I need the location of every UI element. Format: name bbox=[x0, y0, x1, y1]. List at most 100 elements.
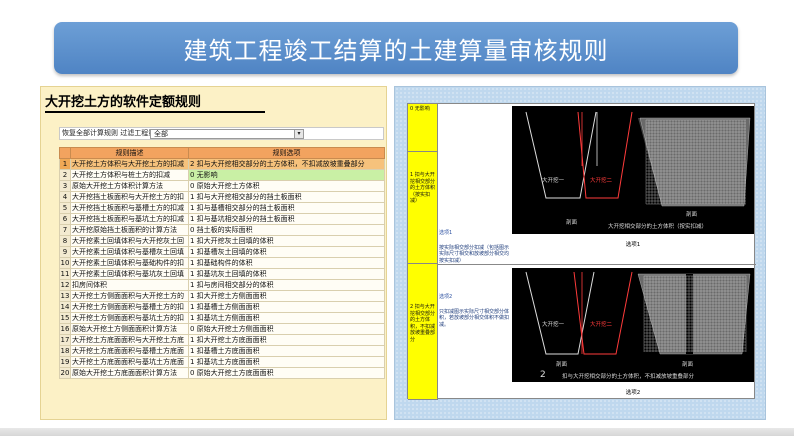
column-header-option: 规则选项 bbox=[188, 147, 385, 159]
rule-description: 大开挖土方底面面积与大开挖土方底 bbox=[70, 334, 189, 346]
rule-description: 大开挖土方侧面面积与大开挖土方的 bbox=[70, 290, 189, 302]
rule-description: 大开挖挡土板面积与大开挖土方的扣 bbox=[70, 191, 189, 203]
column-header-num bbox=[59, 147, 71, 159]
table-row[interactable]: 17 大开挖土方底面面积与大开挖土方底 1 扣大开挖土方底面面积 bbox=[59, 334, 385, 346]
figure-1-section-right: 剖面 bbox=[686, 212, 698, 218]
figure-1-left-pit-label: 大开挖一 bbox=[542, 178, 565, 184]
row-number: 11 bbox=[59, 268, 71, 280]
row-number: 5 bbox=[59, 202, 71, 214]
quantity-filter-select[interactable]: 全部 ▾ bbox=[150, 129, 304, 139]
row-number: 9 bbox=[59, 246, 71, 258]
table-row[interactable]: 6 大开挖挡土板面积与基坑土方的扣减 1 扣与基坑相交部分的挡土板面积 bbox=[59, 213, 385, 225]
option-2-description: 选项2 只扣减图示实际尺寸相交部分体积，若放坡部分相交体积不做扣减。 bbox=[439, 294, 511, 328]
rule-option[interactable]: 0 无影响 bbox=[188, 169, 385, 181]
rule-option[interactable]: 1 扣基坑土方侧面面积 bbox=[188, 312, 385, 324]
table-row[interactable]: 7 大开挖原始挡土板面积的计算方法 0 挡土板的实际面积 bbox=[59, 224, 385, 236]
row-number: 4 bbox=[59, 191, 71, 203]
table-row[interactable]: 10 大开挖素土回填体积与基础构件的扣 1 扣基础构件的体积 bbox=[59, 257, 385, 269]
rule-option[interactable]: 1 扣基槽土方底面面积 bbox=[188, 345, 385, 357]
rule-option[interactable]: 1 扣基槽土方侧面面积 bbox=[188, 301, 385, 313]
rule-option[interactable]: 1 扣基坑土方底面面积 bbox=[188, 356, 385, 368]
table-row[interactable]: 1 大开挖土方体积与大开挖土方的扣减 2 扣与大开挖相交部分的土方体积，不扣减放坡重… bbox=[59, 158, 385, 170]
table-row[interactable]: 8 大开挖素土回填体积与大开挖灰土回 1 扣大开挖灰土回填的体积 bbox=[59, 235, 385, 247]
row-number: 12 bbox=[59, 279, 71, 291]
table-row[interactable]: 9 大开挖素土回填体积与基槽灰土回填 1 扣基槽灰土回填的体积 bbox=[59, 246, 385, 258]
table-row[interactable]: 15 大开挖土方侧面面积与基坑土方的扣 1 扣基坑土方侧面面积 bbox=[59, 312, 385, 324]
table-row[interactable]: 3 原始大开挖土方体积计算方法 0 原始大开挖土方体积 bbox=[59, 180, 385, 192]
rule-description: 大开挖土方底面面积与基坑土方底面 bbox=[70, 356, 189, 368]
rule-description: 大开挖挡土板面积与基坑土方的扣减 bbox=[70, 213, 189, 225]
rule-option[interactable]: 2 扣与大开挖相交部分的土方体积，不扣减放坡重叠部分 bbox=[188, 158, 385, 170]
rule-option[interactable]: 1 扣基础构件的体积 bbox=[188, 257, 385, 269]
option-1-description: 选项1 按实际相交部分扣减（包括图示实际尺寸相交和放坡部分相交均按实扣减） bbox=[439, 230, 511, 264]
rule-option[interactable]: 1 扣与基坑相交部分的挡土板面积 bbox=[188, 213, 385, 225]
rule-option[interactable]: 1 扣与房间相交部分的体积 bbox=[188, 279, 385, 291]
software-rules-panel: 大开挖土方的软件定额规则 恢复全部计算规则 过滤工程量: 全部 ▾ 规则描述 规… bbox=[40, 86, 387, 420]
rule-option[interactable]: 0 原始大开挖土方体积 bbox=[188, 180, 385, 192]
option-1-text: 按实际相交部分扣减（包括图示实际尺寸相交和放坡部分相交均按实扣减） bbox=[439, 244, 510, 264]
row-number: 10 bbox=[59, 257, 71, 269]
rule-description: 大开挖土方体积与大开挖土方的扣减 bbox=[70, 158, 189, 170]
row-number: 2 bbox=[59, 169, 71, 181]
option-2-tag: 选项2 bbox=[439, 294, 453, 300]
filter-bar: 恢复全部计算规则 过滤工程量: 全部 ▾ bbox=[59, 127, 384, 140]
rule-description: 大开挖素土回填体积与基础构件的扣 bbox=[70, 257, 189, 269]
figure-2-section-right: 剖面 bbox=[682, 362, 694, 368]
rule-description: 大开挖素土回填体积与基槽灰土回填 bbox=[70, 246, 189, 258]
row-number: 7 bbox=[59, 224, 71, 236]
table-row[interactable]: 14 大开挖土方侧面面积与基槽土方的扣 1 扣基槽土方侧面面积 bbox=[59, 301, 385, 313]
slide-footer-strip bbox=[0, 428, 794, 436]
table-row[interactable]: 18 大开挖土方底面面积与基槽土方底面 1 扣基槽土方底面面积 bbox=[59, 345, 385, 357]
rule-description: 原始大开挖土方体积计算方法 bbox=[70, 180, 189, 192]
filter-label: 恢复全部计算规则 过滤工程量: bbox=[62, 129, 158, 137]
table-row[interactable]: 5 大开挖挡土板面积与基槽土方的扣减 1 扣与基槽相交部分的挡土板面积 bbox=[59, 202, 385, 214]
table-row[interactable]: 4 大开挖挡土板面积与大开挖土方的扣 1 扣与大开挖相交部分的挡土板面积 bbox=[59, 191, 385, 203]
option-2-caption: 选项2 bbox=[625, 390, 641, 396]
rule-description: 大开挖挡土板面积与基槽土方的扣减 bbox=[70, 202, 189, 214]
option-0-label: 0 无影响 bbox=[408, 104, 438, 152]
rule-option[interactable]: 1 扣与大开挖相交部分的挡土板面积 bbox=[188, 191, 385, 203]
row-number: 18 bbox=[59, 345, 71, 357]
rule-option[interactable]: 0 挡土板的实际面积 bbox=[188, 224, 385, 236]
rule-description: 原始大开挖土方侧面面积计算方法 bbox=[70, 323, 189, 335]
rule-option[interactable]: 1 扣与基槽相交部分的挡土板面积 bbox=[188, 202, 385, 214]
rule-description: 大开挖土方底面面积与基槽土方底面 bbox=[70, 345, 189, 357]
row-number: 16 bbox=[59, 323, 71, 335]
row-number: 17 bbox=[59, 334, 71, 346]
rule-option[interactable]: 1 扣基槽灰土回填的体积 bbox=[188, 246, 385, 258]
chevron-down-icon[interactable]: ▾ bbox=[294, 130, 303, 138]
filter-selected-value: 全部 bbox=[154, 130, 168, 138]
rule-description: 大开挖土方侧面面积与基坑土方的扣 bbox=[70, 312, 189, 324]
table-row[interactable]: 16 原始大开挖土方侧面面积计算方法 0 原始大开挖土方侧面面积 bbox=[59, 323, 385, 335]
option-2-text: 只扣减图示实际尺寸相交部分体积，若放坡部分相交体积不做扣减。 bbox=[439, 308, 510, 328]
row-number: 3 bbox=[59, 180, 71, 192]
rule-description: 原始大开挖土方底面面积计算方法 bbox=[70, 367, 189, 379]
rule-option[interactable]: 0 原始大开挖土方底面面积 bbox=[188, 367, 385, 379]
rule-option[interactable]: 1 扣基坑灰土回填的体积 bbox=[188, 268, 385, 280]
table-row[interactable]: 19 大开挖土方底面面积与基坑土方底面 1 扣基坑土方底面面积 bbox=[59, 356, 385, 368]
table-row[interactable]: 13 大开挖土方侧面面积与大开挖土方的 1 扣大开挖土方侧面面积 bbox=[59, 290, 385, 302]
figure-1-section-left: 剖面 bbox=[566, 220, 578, 226]
panel-title: 大开挖土方的软件定额规则 bbox=[45, 91, 265, 113]
option-1-figure: 大开挖一 大开挖二 剖面 剖面 大开挖相交部分的土方体积（按实扣减） bbox=[512, 106, 754, 234]
rule-description: 大开挖素土回填体积与大开挖灰土回 bbox=[70, 235, 189, 247]
rule-option-illustration-panel: 0 无影响 1 扣与大开挖相交部分的土方体积（按实扣减） 2 扣与大开挖相交部分… bbox=[394, 86, 766, 420]
rule-option[interactable]: 0 原始大开挖土方侧面面积 bbox=[188, 323, 385, 335]
slide-title: 建筑工程竣工结算的土建算量审核规则 bbox=[54, 22, 738, 74]
row-number: 14 bbox=[59, 301, 71, 313]
row-number: 6 bbox=[59, 213, 71, 225]
rule-description: 扣房间体积 bbox=[70, 279, 189, 291]
row-number: 19 bbox=[59, 356, 71, 368]
rule-description: 大开挖原始挡土板面积的计算方法 bbox=[70, 224, 189, 236]
rule-option[interactable]: 1 扣大开挖土方侧面面积 bbox=[188, 290, 385, 302]
figure-1-right-pit-label: 大开挖二 bbox=[590, 178, 613, 184]
table-row[interactable]: 12 扣房间体积 1 扣与房间相交部分的体积 bbox=[59, 279, 385, 291]
table-row[interactable]: 20 原始大开挖土方底面面积计算方法 0 原始大开挖土方底面面积 bbox=[59, 367, 385, 379]
table-row[interactable]: 11 大开挖素土回填体积与基坑灰土回填 1 扣基坑灰土回填的体积 bbox=[59, 268, 385, 280]
rule-option[interactable]: 1 扣大开挖土方底面面积 bbox=[188, 334, 385, 346]
figure-2-number: 2 bbox=[540, 370, 546, 380]
rule-option[interactable]: 1 扣大开挖灰土回填的体积 bbox=[188, 235, 385, 247]
figure-1-note: 大开挖相交部分的土方体积（按实扣减） bbox=[608, 224, 708, 230]
table-row[interactable]: 2 大开挖土方体积与桩土方的扣减 0 无影响 bbox=[59, 169, 385, 181]
rule-description: 大开挖素土回填体积与基坑灰土回填 bbox=[70, 268, 189, 280]
